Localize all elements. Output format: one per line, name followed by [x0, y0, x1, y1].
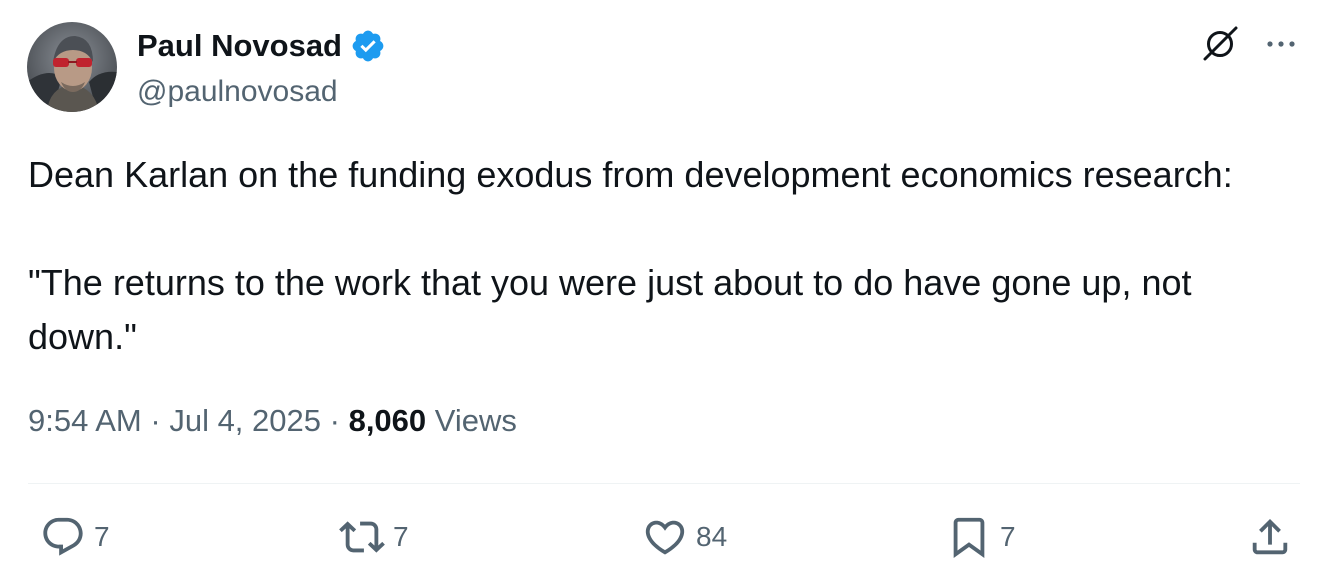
- repost-icon: [339, 521, 385, 553]
- bookmark-count: 7: [1000, 521, 1016, 552]
- grok-icon[interactable]: [1200, 24, 1240, 64]
- reply-icon: [43, 517, 83, 556]
- heart-icon: [645, 520, 685, 555]
- author-handle[interactable]: @paulnovosad: [137, 72, 338, 112]
- repost-button[interactable]: 7: [339, 514, 409, 560]
- profile-photo: [27, 22, 117, 112]
- tweet-date[interactable]: Jul 4, 2025: [169, 403, 321, 438]
- views-count: 8,060: [348, 403, 427, 438]
- tweet-meta: 9:54 AM · Jul 4, 2025 · 8,060 Views: [28, 399, 517, 443]
- reply-count: 7: [94, 521, 110, 552]
- tweet-card: Paul Novosad @paulnovosad Dean Karlan on…: [0, 0, 1320, 585]
- avatar[interactable]: [27, 22, 117, 112]
- tweet-time[interactable]: 9:54 AM: [28, 403, 142, 438]
- share-button[interactable]: [1247, 514, 1293, 560]
- reply-button[interactable]: 7: [40, 514, 110, 560]
- share-icon: [1252, 518, 1288, 555]
- author-display-name[interactable]: Paul Novosad: [137, 26, 342, 66]
- like-count: 84: [696, 521, 728, 552]
- views-label: Views: [434, 403, 517, 438]
- more-options-icon[interactable]: [1264, 27, 1298, 61]
- top-actions: [1200, 24, 1298, 64]
- meta-separator: ·: [329, 403, 340, 438]
- bookmark-icon: [953, 517, 985, 558]
- tweet-text: Dean Karlan on the funding exodus from d…: [28, 154, 1233, 357]
- meta-separator: ·: [150, 403, 161, 438]
- author-name-row[interactable]: Paul Novosad: [137, 26, 386, 66]
- repost-count: 7: [393, 521, 409, 552]
- verified-badge-icon[interactable]: [350, 28, 386, 64]
- bookmark-button[interactable]: 7: [946, 514, 1016, 560]
- divider: [28, 483, 1300, 484]
- like-button[interactable]: 84: [642, 514, 727, 560]
